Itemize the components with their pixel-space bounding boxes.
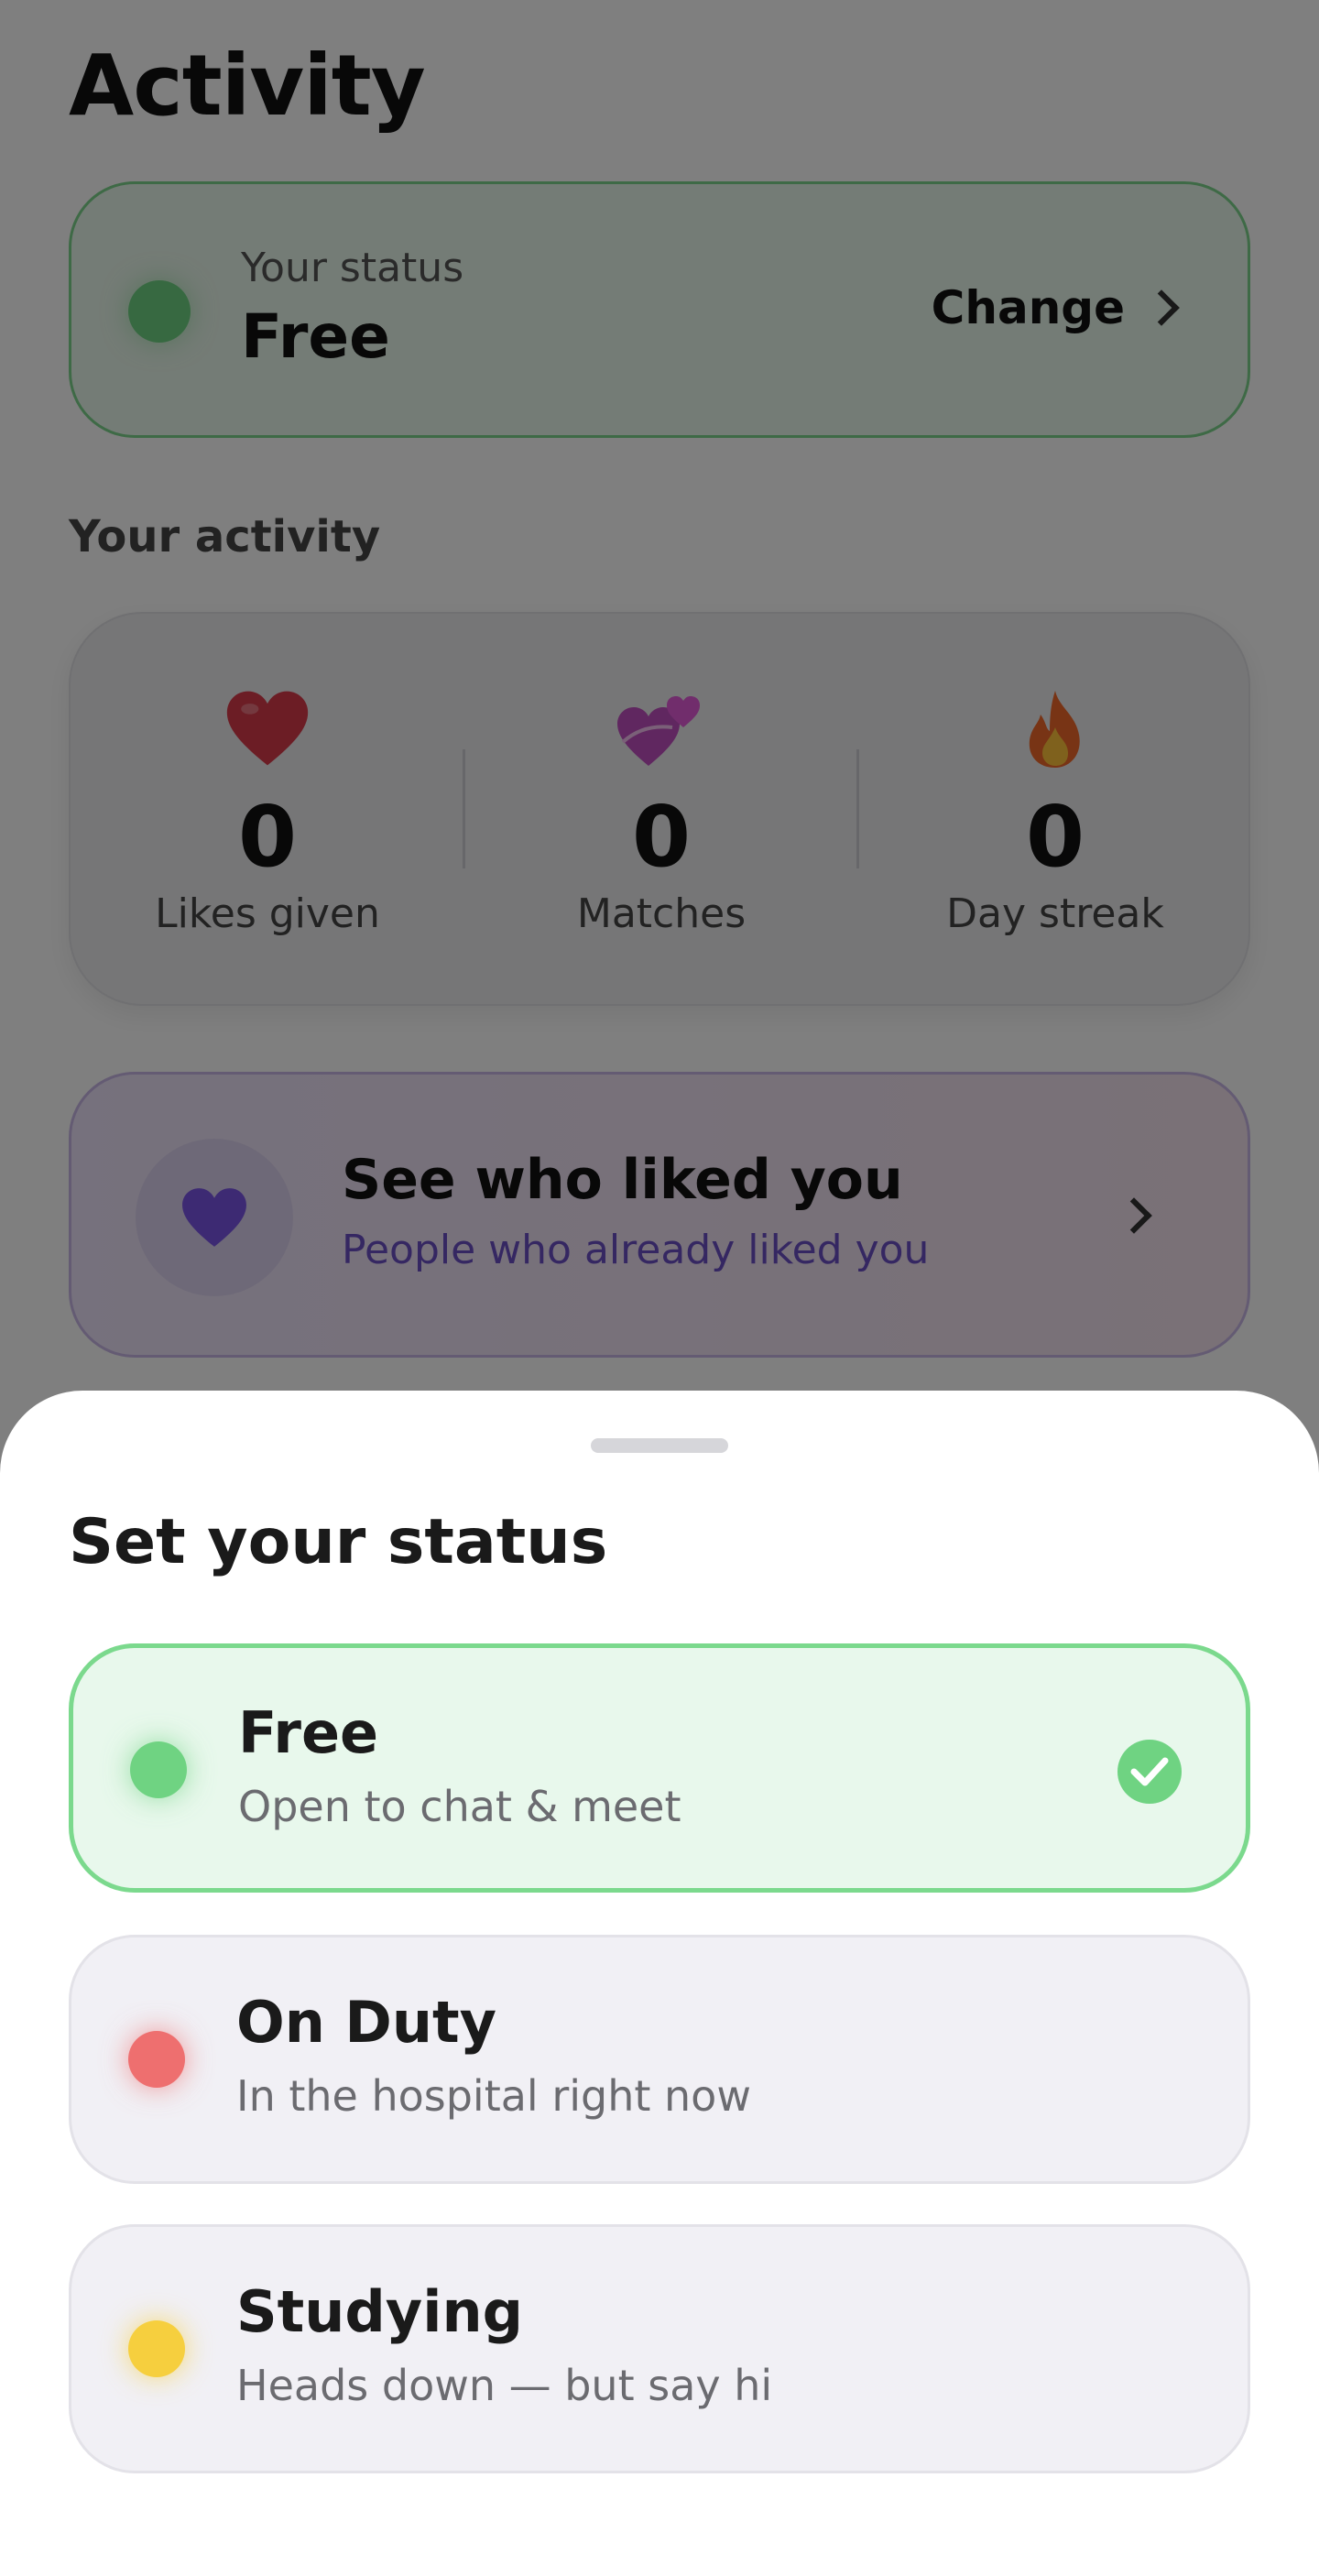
- app-root: Activity Your status Free Change Your ac…: [0, 0, 1319, 2576]
- option-subtitle: In the hospital right now: [236, 2071, 751, 2121]
- option-title: On Duty: [236, 1989, 497, 2056]
- status-dot-yellow: [128, 2320, 185, 2377]
- status-option-free[interactable]: Free Open to chat & meet: [69, 1643, 1250, 1893]
- status-bottom-sheet: Set your status Free Open to chat & meet…: [0, 1391, 1319, 2576]
- status-dot-green: [130, 1741, 187, 1798]
- option-subtitle: Heads down — but say hi: [236, 2361, 773, 2410]
- sheet-drag-handle[interactable]: [591, 1438, 728, 1453]
- check-icon: [1117, 1740, 1182, 1804]
- option-title: Free: [238, 1699, 379, 1766]
- status-option-on-duty[interactable]: On Duty In the hospital right now: [69, 1935, 1250, 2184]
- option-subtitle: Open to chat & meet: [238, 1782, 681, 1831]
- status-dot-red: [128, 2031, 185, 2088]
- status-option-studying[interactable]: Studying Heads down — but say hi: [69, 2224, 1250, 2473]
- option-title: Studying: [236, 2278, 523, 2345]
- sheet-title: Set your status: [69, 1506, 608, 1578]
